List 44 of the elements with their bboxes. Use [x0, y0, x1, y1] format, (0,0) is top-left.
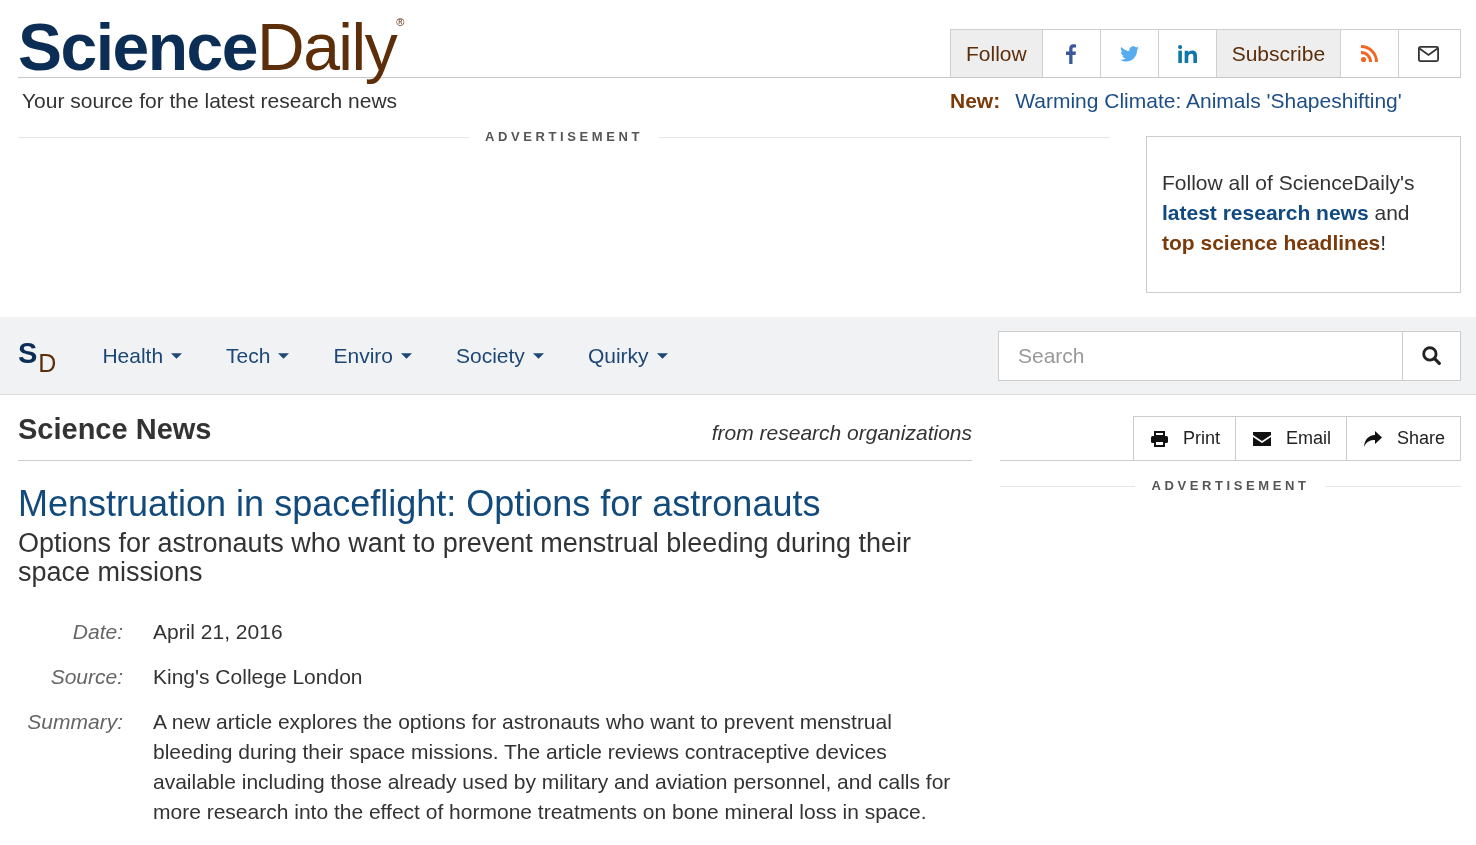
nav-menu-item[interactable]: Quirky — [587, 343, 668, 368]
nav-menu-item[interactable]: Tech — [226, 343, 290, 368]
search-button[interactable] — [1403, 330, 1461, 381]
meta-value: A new article explores the options for astronauts who want to prevent menstrual bleeding during their space missions. The article reviews contraceptive devices available including those already used by military and aviation personnel, and calls for more research into the effect of hormone treatments on bone mineral loss in space. — [153, 709, 952, 825]
bird-icon — [1119, 45, 1139, 62]
article-title: Menstruation in spaceflight: Options for astronauts — [18, 484, 822, 524]
subscribe-label: Subscribe — [1216, 30, 1342, 77]
caret-icon — [278, 352, 290, 359]
nav-menu-item[interactable]: Enviro — [333, 343, 412, 368]
news-link[interactable]: Warming Climate: Animals 'Shapeshifting' — [1015, 89, 1402, 113]
meta-value: King's College London — [153, 664, 364, 690]
promo-text: Follow all of ScienceDaily's latest research news and top science headlines! — [1162, 170, 1416, 256]
facebook-icon — [1066, 43, 1077, 64]
nav-menu-item[interactable]: Health — [102, 343, 183, 368]
linkedin-icon — [1177, 44, 1197, 63]
caret-icon — [171, 352, 183, 359]
print-button[interactable]: Print — [1132, 416, 1235, 460]
caret-icon — [656, 352, 668, 359]
ad-label: ADVERTISEMENT — [485, 130, 643, 144]
share-arrow-icon — [1363, 430, 1382, 447]
promo-link[interactable]: latest research news — [1162, 201, 1369, 224]
meta-label: Source: — [49, 664, 123, 690]
printer-icon — [1150, 430, 1168, 447]
promo-link[interactable]: top science headlines — [1162, 231, 1381, 254]
share-button[interactable]: Share — [1345, 416, 1461, 460]
search-icon — [1422, 346, 1441, 365]
search-field[interactable]: Search — [998, 330, 1403, 381]
caret-icon — [401, 352, 412, 359]
envelope-icon — [1252, 431, 1271, 446]
news-label: New: — [950, 89, 1001, 113]
section-note: from research organizations — [711, 421, 972, 445]
envelope-icon — [1417, 45, 1439, 62]
meta-label: Date: — [71, 619, 123, 645]
article-subtitle: Options for astronauts who want to prevent menstrual bleeding during their space missions — [18, 529, 912, 587]
email-button[interactable]: Email — [1234, 416, 1346, 460]
section-title: Science News — [18, 416, 212, 442]
ad-label: ADVERTISEMENT — [1151, 479, 1310, 493]
caret-icon — [532, 352, 544, 359]
rss-icon — [1361, 45, 1379, 62]
nav-menu-item[interactable]: Society — [456, 343, 544, 368]
follow-label: Follow — [951, 30, 1043, 77]
tagline: Your source for the latest research news — [21, 89, 398, 113]
meta-value: April 21, 2016 — [153, 619, 284, 645]
meta-label: Summary: — [26, 709, 123, 735]
